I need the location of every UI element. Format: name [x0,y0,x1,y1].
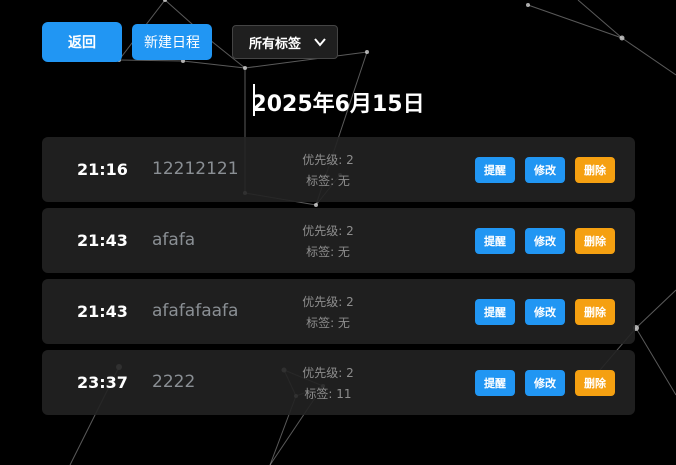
schedule-title: afafa [152,230,196,250]
delete-button[interactable]: 删除 [575,228,615,254]
back-button[interactable]: 返回 [42,22,122,62]
new-schedule-button[interactable]: 新建日程 [132,24,212,60]
edit-button[interactable]: 修改 [525,157,565,183]
schedule-title: 12212121 [152,159,239,179]
schedule-priority: 优先级: 2 [302,153,354,167]
text-cursor [253,84,255,116]
schedule-priority: 优先级: 2 [302,366,354,380]
chevron-down-icon [314,38,326,47]
schedule-row: 21:16 12212121 优先级: 2 标签: 无 提醒 修改 删除 [42,137,635,202]
schedule-meta: 优先级: 2 标签: 无 [288,221,368,263]
schedule-time: 21:16 [77,160,128,179]
schedule-time: 23:37 [77,373,128,392]
remind-button[interactable]: 提醒 [475,370,515,396]
schedule-priority: 优先级: 2 [302,295,354,309]
edit-button[interactable]: 修改 [525,299,565,325]
tag-filter-select[interactable]: 所有标签 [232,25,338,59]
edit-button[interactable]: 修改 [525,370,565,396]
schedule-priority: 优先级: 2 [302,224,354,238]
schedule-row: 21:43 afafafaafa 优先级: 2 标签: 无 提醒 修改 删除 [42,279,635,344]
row-actions: 提醒 修改 删除 [475,299,615,325]
schedule-row: 21:43 afafa 优先级: 2 标签: 无 提醒 修改 删除 [42,208,635,273]
schedule-time: 21:43 [77,302,128,321]
schedule-title: 2222 [152,372,196,392]
remind-button[interactable]: 提醒 [475,157,515,183]
delete-button[interactable]: 删除 [575,370,615,396]
schedule-tags: 标签: 无 [306,174,350,188]
page-title: 2025年6月15日 [251,92,425,117]
schedule-row: 23:37 2222 优先级: 2 标签: 11 提醒 修改 删除 [42,350,635,415]
schedule-tags: 标签: 无 [306,316,350,330]
schedule-time: 21:43 [77,231,128,250]
remind-button[interactable]: 提醒 [475,299,515,325]
schedule-meta: 优先级: 2 标签: 11 [288,363,368,405]
schedule-meta: 优先级: 2 标签: 无 [288,150,368,192]
delete-button[interactable]: 删除 [575,157,615,183]
row-actions: 提醒 修改 删除 [475,157,615,183]
edit-button[interactable]: 修改 [525,228,565,254]
tag-filter-selected: 所有标签 [249,36,302,52]
schedule-list: 21:16 12212121 优先级: 2 标签: 无 提醒 修改 删除 21:… [42,137,635,421]
schedule-meta: 优先级: 2 标签: 无 [288,292,368,334]
schedule-tags: 标签: 无 [306,245,350,259]
row-actions: 提醒 修改 删除 [475,370,615,396]
row-actions: 提醒 修改 删除 [475,228,615,254]
remind-button[interactable]: 提醒 [475,228,515,254]
delete-button[interactable]: 删除 [575,299,615,325]
schedule-title: afafafaafa [152,301,239,321]
schedule-tags: 标签: 11 [304,387,352,401]
